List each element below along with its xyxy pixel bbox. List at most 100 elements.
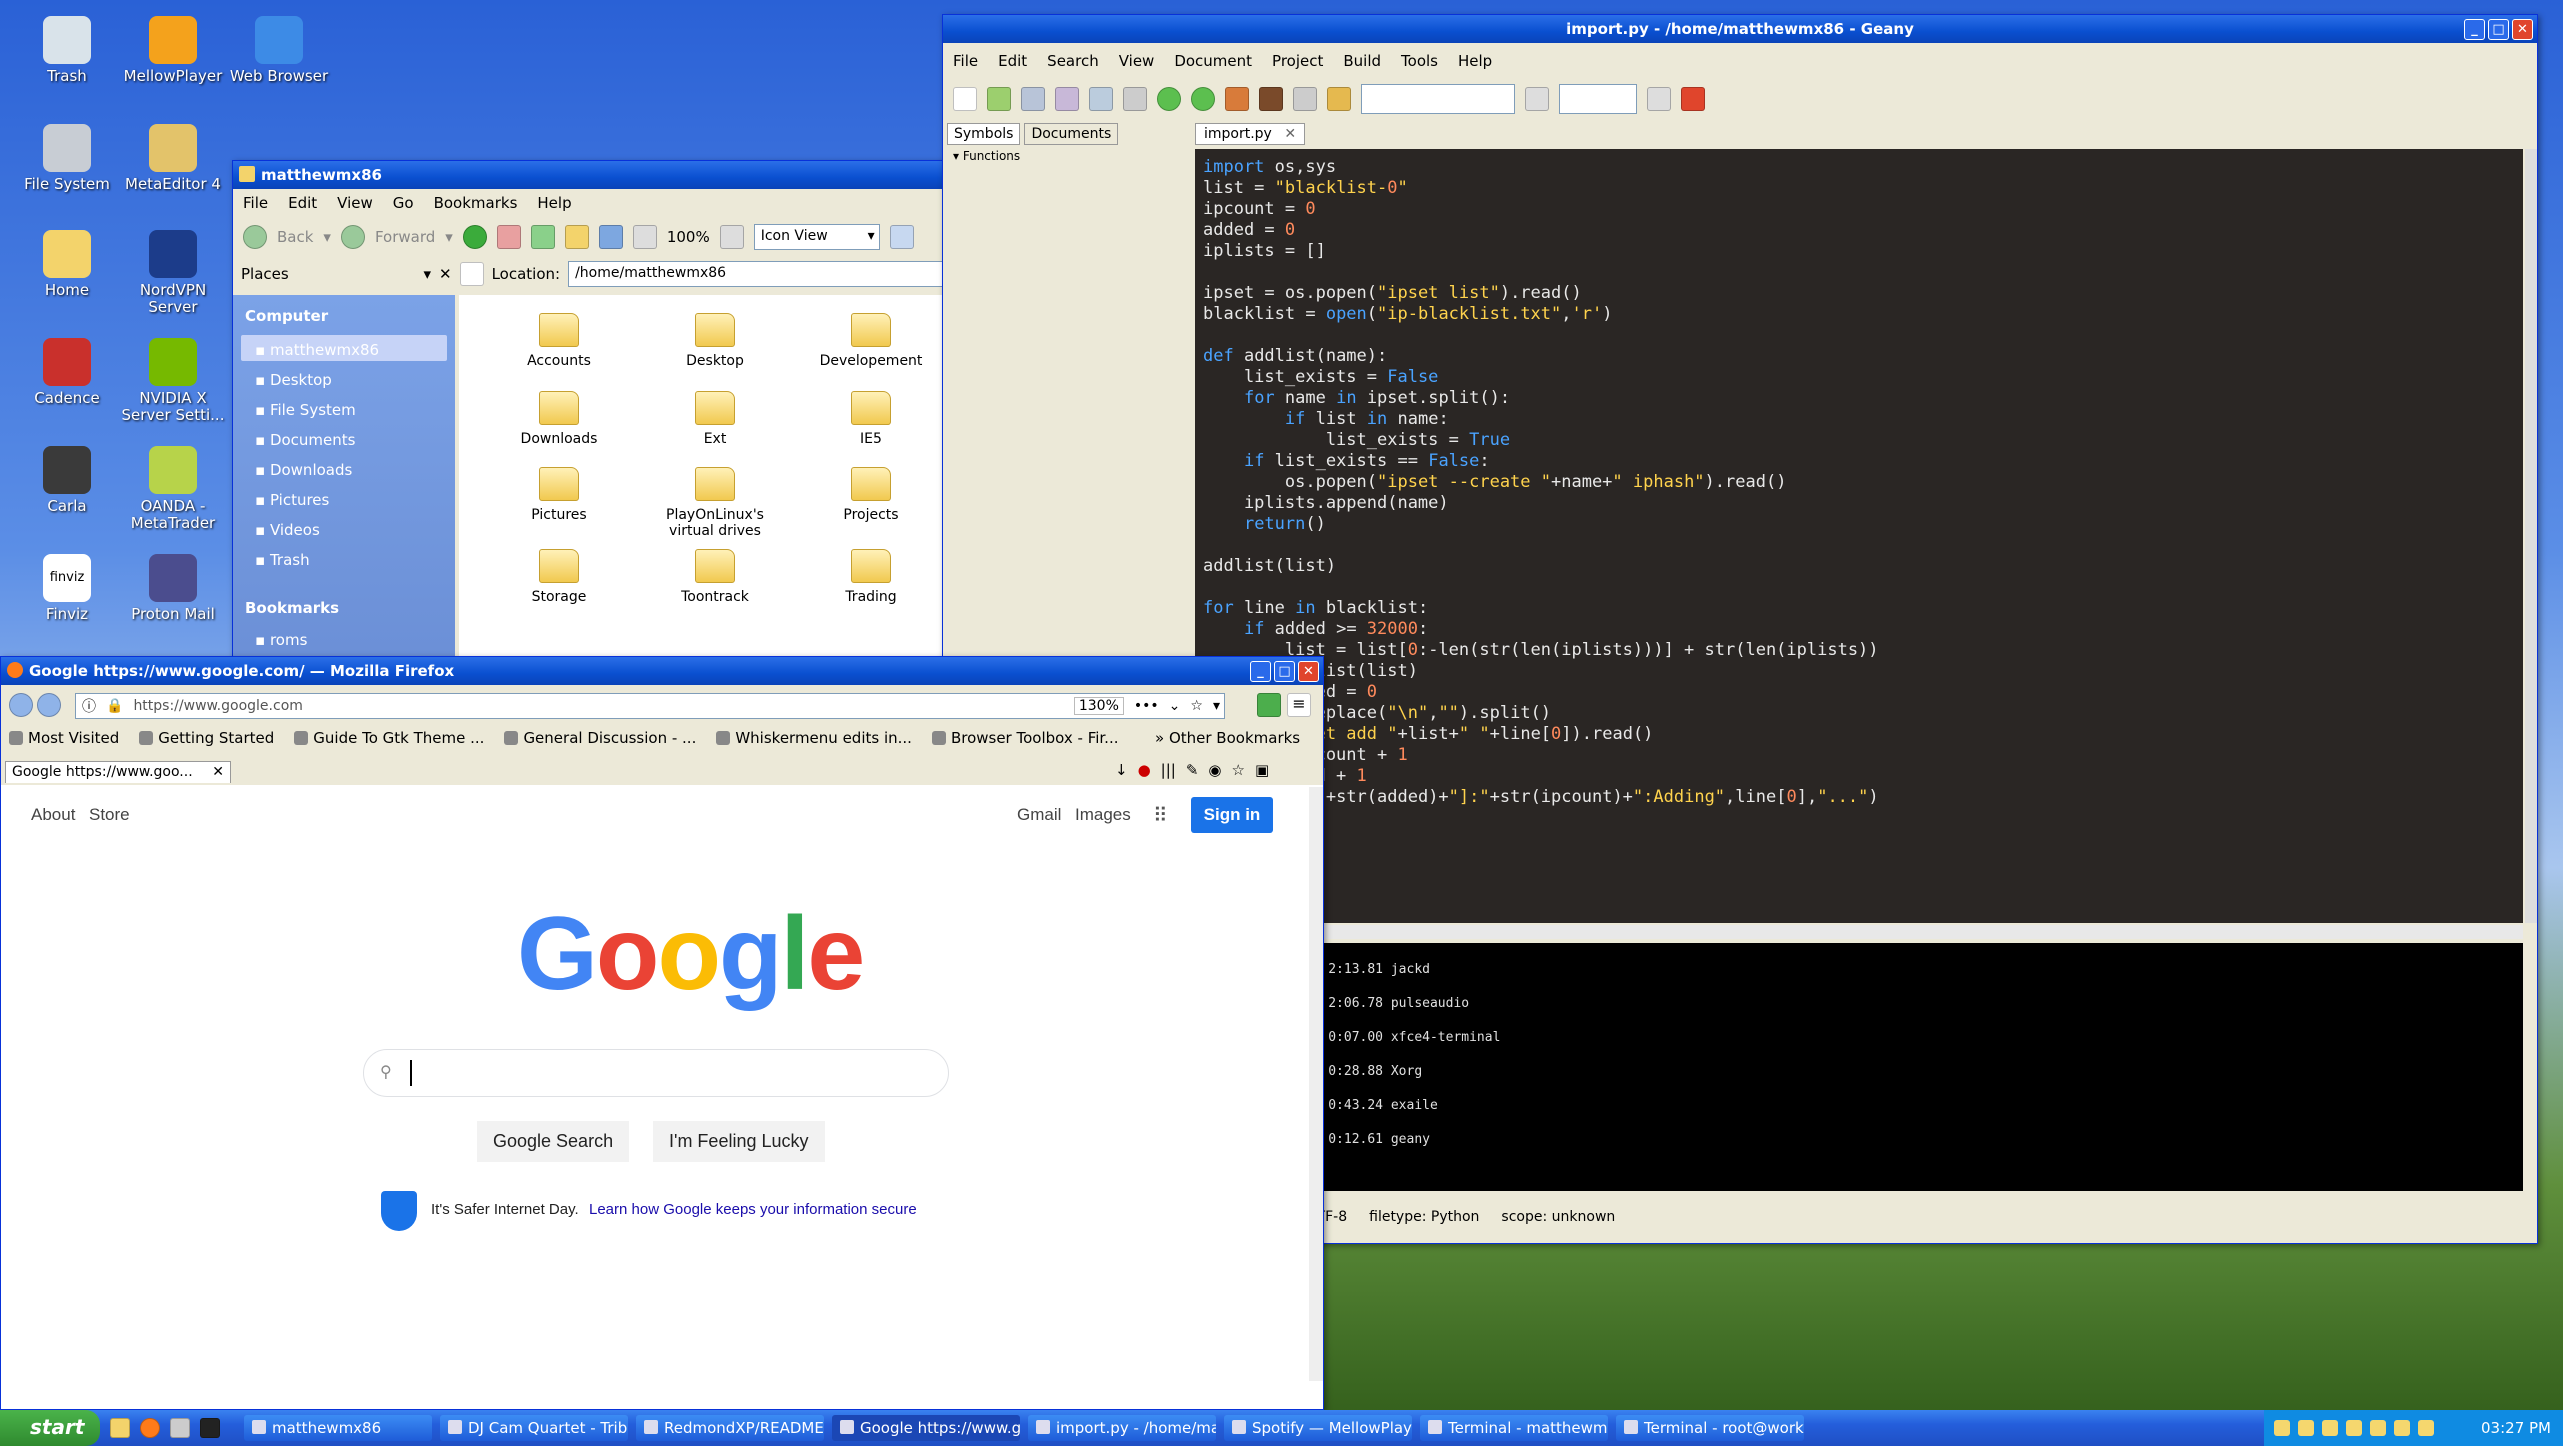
url-bar[interactable]: ⓘ 🔒 https://www.google.com 130% ••• ⌄ ☆ … bbox=[75, 693, 1225, 719]
back-icon[interactable] bbox=[1157, 87, 1181, 111]
desktop-icon[interactable]: finviz Finviz bbox=[14, 554, 120, 623]
folder-item[interactable]: IE5 bbox=[801, 391, 941, 447]
power-icon[interactable] bbox=[2418, 1420, 2434, 1436]
firefox-icon[interactable] bbox=[140, 1418, 160, 1438]
save-icon[interactable] bbox=[1021, 87, 1045, 111]
terminal-panel[interactable]: S 7.3 0.8 2:13.81 jackdS 7.0 0.7 2:06.78… bbox=[1195, 943, 2523, 1191]
minimize-button[interactable]: _ bbox=[1250, 661, 1271, 682]
quit-icon[interactable] bbox=[1681, 87, 1705, 111]
star-icon[interactable]: ☆ bbox=[1190, 698, 1203, 714]
forward-arrow-icon[interactable] bbox=[340, 225, 365, 249]
info-icon[interactable]: ⓘ bbox=[82, 696, 96, 716]
bookmark-item[interactable]: General Discussion - ... bbox=[504, 729, 696, 747]
code-editor[interactable]: import os,sys list = "blacklist-0" ipcount… bbox=[1195, 149, 2523, 923]
desktop-icon[interactable]: NVIDIA X Server Setti... bbox=[120, 338, 226, 424]
start-button[interactable]: start bbox=[0, 1410, 100, 1446]
battery-icon[interactable] bbox=[2370, 1420, 2386, 1436]
forward-icon[interactable] bbox=[37, 693, 61, 717]
menu-document[interactable]: Document bbox=[1174, 52, 1252, 73]
notes-icon[interactable] bbox=[2298, 1420, 2314, 1436]
menu-view[interactable]: View bbox=[337, 194, 373, 215]
menu-edit[interactable]: Edit bbox=[998, 52, 1027, 73]
bluetooth-icon[interactable] bbox=[2394, 1420, 2410, 1436]
taskbar-button[interactable]: Terminal - root@workst... bbox=[1616, 1415, 1804, 1441]
bookmark-item[interactable]: Most Visited bbox=[9, 729, 119, 747]
menu-edit[interactable]: Edit bbox=[288, 194, 317, 215]
up-arrow-icon[interactable] bbox=[462, 225, 487, 249]
folder-item[interactable]: Accounts bbox=[489, 313, 629, 369]
network-icon[interactable] bbox=[2274, 1420, 2290, 1436]
images-link[interactable]: Images bbox=[1075, 805, 1131, 825]
tab-google[interactable]: Google https://www.goo... ✕ bbox=[5, 761, 231, 783]
desktop-icon[interactable]: MetaEditor 4 bbox=[120, 124, 226, 193]
desktop-icon[interactable]: File System bbox=[14, 124, 120, 193]
reload-icon[interactable] bbox=[530, 225, 555, 249]
maximize-button[interactable]: □ bbox=[1274, 661, 1295, 682]
mail-icon[interactable] bbox=[2322, 1420, 2338, 1436]
folder-item[interactable]: Storage bbox=[489, 549, 629, 605]
sidebar-item-place[interactable]: ▪ Downloads bbox=[255, 461, 352, 479]
close-tab-icon[interactable]: ✕ bbox=[1284, 126, 1296, 142]
taskbar-button[interactable]: matthewmx86 bbox=[244, 1415, 432, 1441]
taskbar-button[interactable]: import.py - /home/matth... bbox=[1028, 1415, 1216, 1441]
places-selector[interactable]: Places ▾ bbox=[241, 265, 431, 283]
menu-file[interactable]: File bbox=[953, 52, 978, 73]
terminal-icon[interactable] bbox=[200, 1418, 220, 1438]
sidebar-item-place[interactable]: ▪ Desktop bbox=[255, 371, 332, 389]
stop-icon[interactable] bbox=[496, 225, 521, 249]
path-toggle-icon[interactable] bbox=[459, 262, 484, 286]
close-button[interactable]: ✕ bbox=[2512, 19, 2533, 40]
chevron-down-icon[interactable]: ▾ bbox=[1213, 698, 1224, 714]
search-field[interactable] bbox=[1361, 84, 1515, 114]
menu-build[interactable]: Build bbox=[1343, 52, 1381, 73]
zoom-out-icon[interactable] bbox=[632, 225, 657, 249]
extension-icon[interactable] bbox=[1257, 693, 1281, 717]
menu-help[interactable]: Help bbox=[537, 194, 571, 215]
other-bookmarks[interactable]: » Other Bookmarks bbox=[1155, 729, 1300, 747]
pocket-icon[interactable]: ⌄ bbox=[1169, 698, 1181, 714]
editor-scrollbar[interactable] bbox=[2525, 149, 2537, 923]
minimize-button[interactable]: _ bbox=[2464, 19, 2485, 40]
bookmark-item[interactable]: Browser Toolbox - Fir... bbox=[931, 729, 1119, 747]
back-arrow-icon[interactable] bbox=[243, 225, 267, 249]
save-all-icon[interactable] bbox=[1055, 87, 1079, 111]
library-icon[interactable]: ||| bbox=[1161, 761, 1176, 779]
menu-file[interactable]: File bbox=[243, 194, 268, 215]
preferences-icon[interactable] bbox=[1327, 87, 1351, 111]
forward-icon[interactable] bbox=[1191, 87, 1215, 111]
star-icon[interactable]: ☆ bbox=[1232, 761, 1245, 779]
settings-icon[interactable] bbox=[170, 1418, 190, 1438]
tab-symbols[interactable]: Symbols bbox=[947, 123, 1021, 145]
search-files-icon[interactable] bbox=[889, 225, 914, 249]
horizontal-scrollbar[interactable] bbox=[1195, 925, 2523, 939]
folder-item[interactable]: Developement bbox=[801, 313, 941, 369]
taskbar-button[interactable]: Spotify — MellowPlayer bbox=[1224, 1415, 1412, 1441]
compile-icon[interactable] bbox=[1225, 87, 1249, 111]
sidebar-item-place[interactable]: ▪ Trash bbox=[255, 551, 310, 569]
clock[interactable]: 03:27 PM bbox=[2481, 1419, 2551, 1437]
chevron-down-icon[interactable]: ▾ bbox=[445, 228, 453, 246]
close-sidebar-icon[interactable]: ✕ bbox=[439, 265, 452, 283]
menu-tools[interactable]: Tools bbox=[1401, 52, 1438, 73]
back-button[interactable]: Back bbox=[277, 228, 313, 246]
desktop-icon[interactable]: NordVPN Server bbox=[120, 230, 226, 316]
volume-icon[interactable] bbox=[2346, 1420, 2362, 1436]
chevron-down-icon[interactable]: ▾ bbox=[323, 228, 331, 246]
gmail-link[interactable]: Gmail bbox=[1017, 805, 1061, 825]
desktop-icon[interactable]: Cadence bbox=[14, 338, 120, 407]
menu-view[interactable]: View bbox=[1119, 52, 1155, 73]
color-chooser-icon[interactable] bbox=[1293, 87, 1317, 111]
zoom-indicator[interactable]: 130% bbox=[1073, 697, 1124, 715]
desktop-icon[interactable]: OANDA - MetaTrader bbox=[120, 446, 226, 532]
apps-grid-icon[interactable]: ⠿ bbox=[1153, 803, 1168, 828]
folder-icon[interactable] bbox=[110, 1418, 130, 1438]
hamburger-menu-icon[interactable]: ≡ bbox=[1287, 693, 1311, 717]
back-icon[interactable] bbox=[9, 693, 33, 717]
symbol-tree-item[interactable]: ▾ Functions bbox=[953, 149, 1020, 163]
sidebar-item-place[interactable]: ▪ Documents bbox=[255, 431, 355, 449]
taskbar-button[interactable]: RedmondXP/README... bbox=[636, 1415, 824, 1441]
desktop-icon[interactable]: Web Browser bbox=[226, 16, 332, 85]
google-search-button[interactable]: Google Search bbox=[477, 1121, 630, 1162]
computer-icon[interactable] bbox=[598, 225, 623, 249]
build-icon[interactable] bbox=[1259, 87, 1283, 111]
